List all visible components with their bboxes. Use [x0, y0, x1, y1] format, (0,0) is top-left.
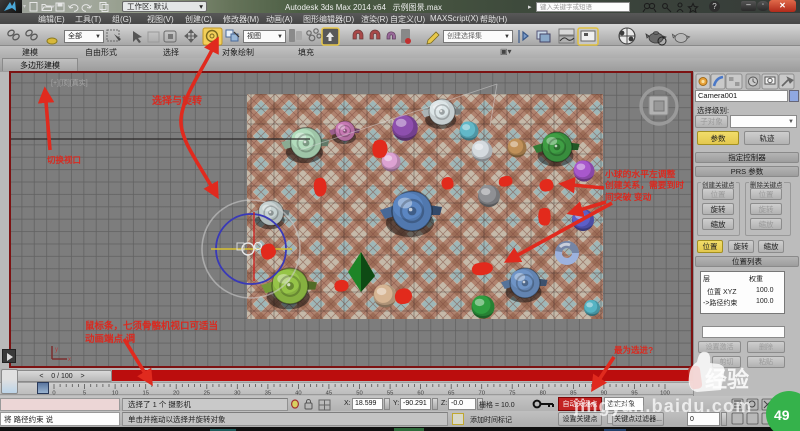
svg-text:创建关系，需要到时: 创建关系，需要到时	[604, 179, 684, 190]
svg-text:y: y	[55, 347, 58, 353]
svg-text:切换视口: 切换视口	[47, 155, 81, 165]
svg-text:选择与旋转: 选择与旋转	[152, 94, 202, 107]
svg-text:jingyan.baidu.com: jingyan.baidu.com	[573, 396, 752, 416]
svg-text:小球的水平左调整: 小球的水平左调整	[605, 168, 676, 179]
svg-text:间突破 变动: 间突破 变动	[605, 191, 652, 202]
svg-text:动画端点 调: 动画端点 调	[85, 333, 135, 345]
svg-text:经验: 经验	[705, 367, 749, 392]
svg-text:x: x	[68, 357, 71, 363]
svg-text:鼠标条，七须骨骼机视口可适当: 鼠标条，七须骨骼机视口可适当	[85, 320, 218, 332]
svg-text:最为选进?: 最为选进?	[614, 345, 653, 355]
svg-text:49: 49	[774, 407, 790, 423]
